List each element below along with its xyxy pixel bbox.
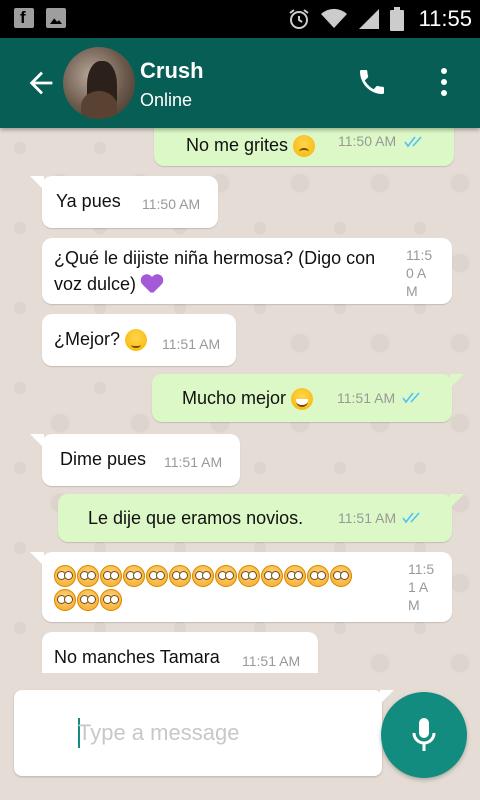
message-incoming[interactable]: Dime pues 11:51 AM [30,434,240,486]
flushed-face-emoji [330,565,352,587]
message-time: 11:51 AM [408,561,435,613]
message-time: 11:50 AM [142,196,201,212]
battery-icon [389,7,404,31]
message-text: Le dije que eramos novios. [88,508,304,528]
mic-button[interactable] [381,692,467,778]
double-check-icon [404,136,422,148]
flushed-face-emoji [54,589,76,611]
message-incoming[interactable]: No manches Tamara 11:51 AM [42,632,318,673]
message-incoming[interactable]: ¿Mejor? 11:51 AM [42,314,236,366]
message-text-line: ¿Qué le dijiste niña hermosa? (Digo con [54,248,376,268]
message-time: 11:50 AM [406,247,433,299]
signal-icon [358,9,379,29]
facebook-icon [14,8,34,28]
more-vert-icon[interactable] [432,66,456,98]
purple-heart-emoji [141,275,163,295]
clock: 11:55 [418,6,472,31]
alarm-icon [288,9,309,29]
phone-icon[interactable] [356,66,388,98]
message-time: 11:51 AM [164,454,223,470]
message-text: Mucho mejor [182,388,287,408]
message-time: 11:51 AM [162,336,221,352]
message-text: Dime pues [60,449,147,469]
emoji-row [54,589,123,611]
message-incoming[interactable]: Ya pues 11:50 AM [30,176,218,228]
grinning-face-emoji [291,388,314,411]
flushed-face-emoji [284,565,306,587]
flushed-face-emoji [77,565,99,587]
flushed-face-emoji [169,565,191,587]
contact-name[interactable]: Crush [140,58,204,84]
flushed-face-emoji [123,565,145,587]
back-arrow-icon[interactable] [24,66,58,100]
avatar[interactable] [63,47,135,119]
message-time: 11:51 AM [337,390,396,406]
message-composer[interactable] [14,690,394,776]
system-icons: 11:55 [287,0,472,38]
message-text: No manches Tamara [54,647,220,667]
message-outgoing[interactable]: No me grites 11:50 AM [154,128,454,166]
message-outgoing[interactable]: Mucho mejor 11:51 AM [152,374,464,422]
double-check-icon [402,392,420,404]
wifi-icon [320,8,347,28]
flushed-face-emoji [54,565,76,587]
message-input[interactable] [78,716,368,750]
message-list[interactable]: No me grites 11:50 AM Ya pues 11:50 AM ¿… [0,128,480,673]
message-text-line: voz dulce) [54,274,137,294]
message-time: 11:51 AM [242,653,301,669]
message-outgoing[interactable]: Le dije que eramos novios. 11:51 AM [58,494,464,542]
contact-status: Online [140,90,193,110]
mic-icon [412,718,436,751]
flushed-face-emoji [77,589,99,611]
flushed-face-emoji [146,565,168,587]
message-time: 11:50 AM [338,133,397,149]
flushed-face-emoji [261,565,283,587]
double-check-icon [402,512,420,524]
emoji-row [54,565,353,587]
flushed-face-emoji [215,565,237,587]
gallery-icon [46,8,66,28]
flushed-face-emoji [238,565,260,587]
flushed-face-emoji [192,565,214,587]
flushed-face-emoji [100,565,122,587]
chat-header: Crush Online [0,38,480,128]
sad-face-emoji [293,135,316,158]
status-bar: 11:55 [0,0,480,38]
relieved-face-emoji [125,329,148,352]
message-text: ¿Mejor? [54,329,121,349]
flushed-face-emoji [307,565,329,587]
message-text: No me grites [186,135,289,155]
message-incoming[interactable]: ¿Qué le dijiste niña hermosa? (Digo con v… [42,238,452,304]
message-incoming[interactable]: 11:51 AM [30,552,452,622]
flushed-face-emoji [100,589,122,611]
notification-icons [14,8,66,28]
message-text: Ya pues [56,191,121,211]
message-time: 11:51 AM [338,510,397,526]
